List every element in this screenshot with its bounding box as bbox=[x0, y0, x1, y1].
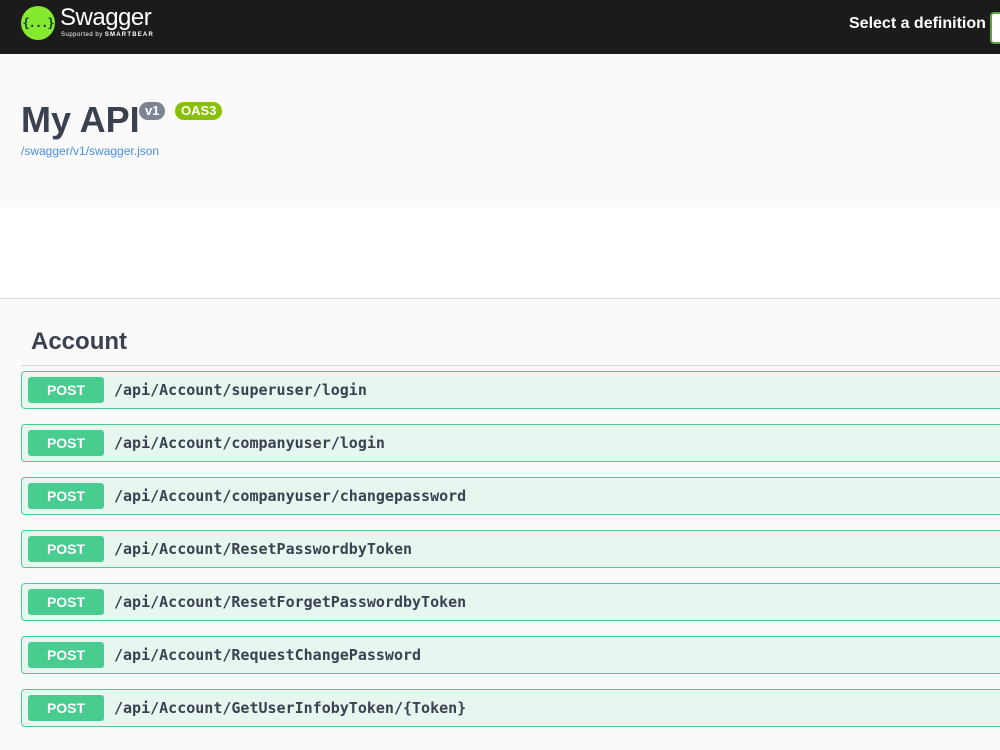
version-badge: v1 bbox=[139, 102, 166, 120]
method-badge: POST bbox=[28, 642, 104, 668]
info-section: My API v1 OAS3 /swagger/v1/swagger.json bbox=[0, 54, 1000, 207]
logo-name: Swagger bbox=[60, 4, 152, 31]
spec-link[interactable]: /swagger/v1/swagger.json bbox=[21, 144, 159, 158]
operation-path: /api/Account/ResetForgetPasswordbyToken bbox=[114, 593, 467, 611]
operation-row[interactable]: POST/api/Account/ResetForgetPasswordbyTo… bbox=[21, 583, 1000, 621]
swagger-logo-icon: {...} bbox=[21, 6, 55, 40]
operation-row[interactable]: POST/api/Account/companyuser/changepassw… bbox=[21, 477, 1000, 515]
oas-badge: OAS3 bbox=[175, 102, 223, 120]
operation-row[interactable]: POST/api/Account/ResetPasswordbyToken bbox=[21, 530, 1000, 568]
operation-path: /api/Account/GetUserInfobyToken/{Token} bbox=[114, 699, 467, 717]
method-badge: POST bbox=[28, 695, 104, 721]
page-title: My API bbox=[21, 99, 140, 140]
operation-path: /api/Account/companyuser/login bbox=[114, 434, 385, 452]
method-badge: POST bbox=[28, 536, 104, 562]
topbar: {...} Swagger Supported by SMARTBEAR Sel… bbox=[0, 0, 1000, 54]
tag-divider bbox=[21, 365, 1000, 366]
logo-glyph: {...} bbox=[22, 16, 54, 30]
operation-row[interactable]: POST/api/Account/GetUserInfobyToken/{Tok… bbox=[21, 689, 1000, 727]
method-badge: POST bbox=[28, 430, 104, 456]
operation-row[interactable]: POST/api/Account/superuser/login bbox=[21, 371, 1000, 409]
operation-path: /api/Account/RequestChangePassword bbox=[114, 646, 422, 664]
operation-path: /api/Account/superuser/login bbox=[114, 381, 367, 399]
operation-path: /api/Account/companyuser/changepassword bbox=[114, 487, 467, 505]
logo-sub: Supported by SMARTBEAR bbox=[61, 32, 154, 38]
operation-row[interactable]: POST/api/Account/companyuser/login bbox=[21, 424, 1000, 462]
method-badge: POST bbox=[28, 483, 104, 509]
definition-select[interactable] bbox=[990, 12, 1000, 44]
select-definition-label: Select a definition bbox=[849, 15, 986, 32]
tag-title-account[interactable]: Account bbox=[31, 328, 127, 356]
operation-row[interactable]: POST/api/Account/RequestChangePassword bbox=[21, 636, 1000, 674]
operation-path: /api/Account/ResetPasswordbyToken bbox=[114, 540, 413, 558]
swagger-logo[interactable]: {...} Swagger Supported by SMARTBEAR bbox=[21, 6, 154, 40]
method-badge: POST bbox=[28, 589, 104, 615]
method-badge: POST bbox=[28, 377, 104, 403]
scheme-container bbox=[0, 207, 1000, 299]
